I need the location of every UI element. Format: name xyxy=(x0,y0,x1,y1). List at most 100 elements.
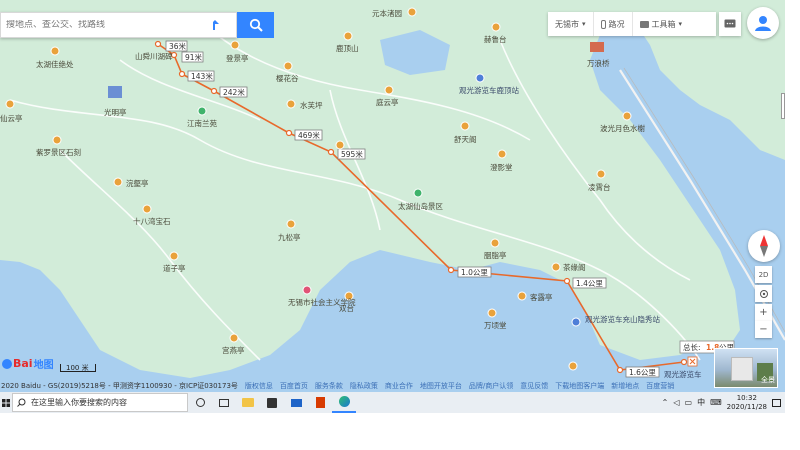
svg-text:36米: 36米 xyxy=(169,41,187,51)
link-baidu-home[interactable]: 百度首页 xyxy=(280,381,308,391)
svg-text:总长:: 总长: xyxy=(683,342,701,352)
dist-label-1: 36米 xyxy=(165,40,188,52)
link-feedback[interactable]: 意见反馈 xyxy=(520,381,548,391)
start-button[interactable] xyxy=(0,392,12,413)
zoom-out-button[interactable]: − xyxy=(755,321,772,338)
toolbox-chevron-icon: ▾ xyxy=(678,20,683,28)
link-business[interactable]: 商业合作 xyxy=(385,381,413,391)
link-privacy[interactable]: 隐私政策 xyxy=(350,381,378,391)
dist-label-9: 1.6公里 xyxy=(625,366,660,378)
poi-label: 江南兰苑 xyxy=(187,118,217,128)
taskbar-search[interactable]: 在这里输入你要搜索的内容 xyxy=(12,393,188,412)
tray-chevron-icon[interactable]: ⌃ xyxy=(662,398,669,407)
link-open-platform[interactable]: 地图开放平台 xyxy=(420,381,462,391)
poi-label: 道子亭 xyxy=(163,263,186,273)
2d-toggle-button[interactable]: 2D xyxy=(755,266,772,283)
baidu-logo[interactable]: Bai 地图 xyxy=(2,356,54,371)
poi-label: 鹿顶山 xyxy=(336,43,359,53)
compass-button[interactable] xyxy=(748,230,780,262)
windows-taskbar: 在这里输入你要搜索的内容 ⌃ ◁ ▭ 中 ⌨ 10:32 2020/11/28 xyxy=(0,392,785,413)
dist-label-7: 1.0公里 xyxy=(457,266,492,278)
search-input[interactable] xyxy=(1,20,201,30)
clock-time: 10:32 xyxy=(736,393,757,402)
poi-label: 光明亭 xyxy=(104,107,127,117)
svg-text:1.4公里: 1.4公里 xyxy=(576,279,603,288)
user-avatar-button[interactable] xyxy=(747,7,779,39)
toolbox-label: 工具箱 xyxy=(651,19,676,29)
svg-text:469米: 469米 xyxy=(298,130,320,140)
city-selector[interactable]: 无锡市 ▾ xyxy=(548,12,594,36)
link-download[interactable]: 下载地图客户端 xyxy=(555,381,604,391)
link-claim[interactable]: 品牌/商户认领 xyxy=(469,381,513,391)
clock[interactable]: 10:32 2020/11/28 xyxy=(727,394,767,412)
poi-label: 元本渚园 xyxy=(372,8,402,18)
poi-label: 赫鲁台 xyxy=(484,34,507,44)
link-marketing[interactable]: 百度营销 xyxy=(646,381,674,391)
poi-label: 山舜川湖碑 xyxy=(135,51,173,61)
folder-icon xyxy=(242,398,254,407)
locate-button[interactable] xyxy=(755,285,772,302)
bus-station-marker-1 xyxy=(475,73,485,83)
screen: 36米 91米 143米 242米 469米 595米 1.0公里 1.4公里 … xyxy=(0,0,785,413)
search-button[interactable] xyxy=(237,12,274,38)
mail-button[interactable] xyxy=(284,392,308,413)
route-button[interactable] xyxy=(201,13,229,37)
park-marker xyxy=(197,106,207,116)
traffic-label: 路况 xyxy=(608,19,625,29)
message-button[interactable] xyxy=(719,12,741,36)
poi-label: 庭云亭 xyxy=(376,97,399,107)
bus-station-marker-2 xyxy=(571,317,581,327)
mail-icon xyxy=(290,398,302,407)
logo-text-map: 地图 xyxy=(33,360,54,371)
windows-start-icon xyxy=(2,398,10,407)
file-explorer-button[interactable] xyxy=(236,392,260,413)
clock-date: 2020/11/28 xyxy=(726,402,767,411)
poi-label: 观光游览车 xyxy=(664,369,702,379)
dist-label-8: 1.4公里 xyxy=(572,277,607,289)
edge-icon xyxy=(338,396,350,407)
taskview-button[interactable] xyxy=(212,392,236,413)
traffic-button[interactable]: 路况 xyxy=(594,12,633,36)
poi-label: 波光月色水榭 xyxy=(600,123,645,133)
edge-button[interactable] xyxy=(332,392,356,413)
scrollbar-handle[interactable] xyxy=(781,93,785,119)
poi-label: 胭脂亭 xyxy=(484,250,507,260)
toolbox-button[interactable]: 工具箱 ▾ xyxy=(633,12,690,36)
panorama-thumbnail[interactable]: 全景 xyxy=(714,348,778,388)
dist-label-2: 91米 xyxy=(181,51,204,63)
volume-icon[interactable]: ◁ xyxy=(673,398,679,407)
scale-label: 100 米 xyxy=(66,364,89,372)
toolbox-icon xyxy=(639,20,649,28)
link-add-place[interactable]: 新增地点 xyxy=(611,381,639,391)
poi-label: 客露亭 xyxy=(530,292,553,302)
zoom-in-button[interactable]: + xyxy=(755,304,772,321)
system-tray: ⌃ ◁ ▭ 中 ⌨ 10:32 2020/11/28 xyxy=(662,392,785,413)
ime-indicator[interactable]: 中 xyxy=(697,397,705,408)
network-icon[interactable]: ▭ xyxy=(685,398,693,407)
store-button[interactable] xyxy=(260,392,284,413)
city-chevron-icon: ▾ xyxy=(582,20,586,28)
cortana-icon xyxy=(195,398,205,407)
school-marker xyxy=(302,285,312,295)
map-canvas[interactable]: 36米 91米 143米 242米 469米 595米 1.0公里 1.4公里 … xyxy=(0,0,785,392)
city-label: 无锡市 xyxy=(555,19,579,29)
measure-close-icon[interactable] xyxy=(687,356,698,367)
panorama-label: 全景 xyxy=(761,376,775,384)
taskbar-search-placeholder: 在这里输入你要搜索的内容 xyxy=(31,398,127,407)
link-terms[interactable]: 服务条款 xyxy=(315,381,343,391)
poi-label: 樱花谷 xyxy=(276,73,299,83)
poi-label: 观光游览车鹿顶站 xyxy=(459,85,519,95)
poi-label: 宫燕亭 xyxy=(222,345,245,355)
office-button[interactable] xyxy=(308,392,332,413)
search-box xyxy=(0,12,237,38)
svg-text:1.0公里: 1.0公里 xyxy=(461,268,488,277)
locate-icon xyxy=(759,289,768,298)
search-icon xyxy=(249,18,263,32)
message-icon xyxy=(724,19,736,27)
keyboard-icon[interactable]: ⌨ xyxy=(710,398,722,407)
route-icon xyxy=(213,20,219,30)
poi-label: 水芙坪 xyxy=(300,100,323,110)
notification-icon[interactable] xyxy=(772,398,781,407)
link-copyright[interactable]: 版权信息 xyxy=(245,381,273,391)
cortana-button[interactable] xyxy=(188,392,212,413)
